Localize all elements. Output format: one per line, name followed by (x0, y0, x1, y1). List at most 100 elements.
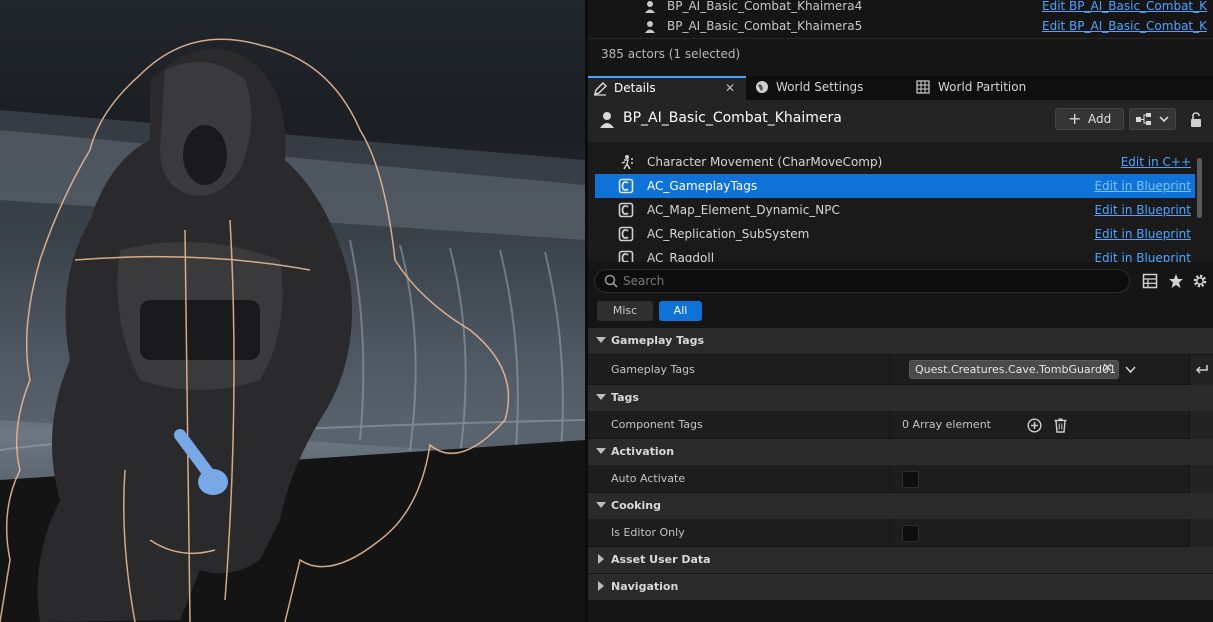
tab-label: Details (614, 81, 656, 95)
chevron-down-icon (596, 337, 606, 343)
trash-icon[interactable] (1054, 418, 1067, 433)
outliner-edit-link[interactable]: Edit BP_AI_Basic_Combat_K (1042, 19, 1207, 33)
tab-label: World Partition (938, 80, 1027, 94)
search-box[interactable] (594, 269, 1130, 293)
edit-in-blueprint-link[interactable]: Edit in Blueprint (1094, 179, 1191, 193)
add-component-button[interactable]: + Add (1055, 108, 1124, 130)
chevron-down-icon (1159, 116, 1169, 123)
component-icon (618, 250, 634, 262)
plus-icon: + (1068, 109, 1082, 128)
property-label: Is Editor Only (611, 526, 685, 539)
components-scrollbar[interactable] (1197, 158, 1202, 218)
component-row[interactable]: AC_Ragdoll Edit in Blueprint (595, 246, 1195, 262)
category-title: Cooking (611, 499, 661, 512)
component-row[interactable]: AC_Map_Element_Dynamic_NPC Edit in Bluep… (595, 198, 1195, 222)
close-icon[interactable]: ✕ (725, 81, 735, 95)
chevron-down-icon (596, 394, 606, 400)
details-empty-area (588, 601, 1213, 622)
array-count: 0 Array element (902, 418, 991, 431)
reset-column (1189, 355, 1213, 385)
level-viewport[interactable] (0, 0, 585, 622)
actor-icon (645, 21, 655, 33)
category-title: Navigation (611, 580, 679, 593)
property-gameplay-tags: Gameplay Tags Quest.Creatures.Cave.TombG… (588, 355, 1213, 385)
chevron-down-icon (596, 502, 606, 508)
component-name: AC_Ragdoll (647, 251, 715, 262)
component-name: AC_Replication_SubSystem (647, 227, 810, 241)
remove-tag-icon[interactable]: ✕ (1102, 361, 1113, 376)
edit-in-blueprint-link[interactable]: Edit in Blueprint (1094, 251, 1191, 262)
actor-count: 385 actors (1 selected) (601, 47, 741, 61)
category-gameplay-tags[interactable]: Gameplay Tags (588, 328, 1213, 354)
tab-label: World Settings (776, 80, 864, 94)
actor-icon (645, 1, 655, 13)
component-row[interactable]: Character Movement (CharMoveComp) Edit i… (595, 150, 1195, 174)
property-label: Component Tags (611, 418, 703, 431)
actor-name: BP_AI_Basic_Combat_Khaimera (623, 110, 842, 126)
viewport-scene (0, 38, 585, 622)
reset-column (1189, 411, 1213, 439)
edit-in-blueprint-link[interactable]: Edit in Blueprint (1094, 227, 1191, 241)
outliner-item-name: BP_AI_Basic_Combat_Khaimera4 (667, 0, 863, 13)
outliner-edit-link[interactable]: Edit BP_AI_Basic_Combat_K (1042, 0, 1207, 13)
lock-icon[interactable] (1189, 112, 1203, 128)
component-icon (618, 178, 634, 194)
component-row-selected[interactable]: AC_GameplayTags Edit in Blueprint (595, 174, 1195, 198)
component-icon (618, 202, 634, 218)
chevron-down-icon (596, 448, 606, 454)
is-editor-only-checkbox[interactable] (902, 525, 919, 542)
category-activation[interactable]: Activation (588, 439, 1213, 465)
right-panel: BP_AI_Basic_Combat_Khaimera4 Edit BP_AI_… (588, 0, 1213, 622)
reset-column (1189, 465, 1213, 493)
outliner-row[interactable]: BP_AI_Basic_Combat_Khaimera4 Edit BP_AI_… (588, 0, 1213, 17)
filter-label: Misc (612, 304, 638, 317)
divider (588, 38, 1213, 39)
property-label: Gameplay Tags (611, 363, 695, 376)
chevron-right-icon (598, 554, 604, 564)
tab-bar: Details ✕ World Settings World Partition (588, 76, 1213, 100)
components-list: Character Movement (CharMoveComp) Edit i… (588, 142, 1213, 262)
table-view-icon[interactable] (1142, 273, 1158, 289)
outliner-row[interactable]: BP_AI_Basic_Combat_Khaimera5 Edit BP_AI_… (588, 17, 1213, 37)
property-component-tags: Component Tags 0 Array element (588, 411, 1213, 439)
filter-all-button[interactable]: All (659, 301, 702, 321)
pencil-icon (594, 82, 607, 96)
movement-icon (621, 155, 633, 170)
add-element-icon[interactable] (1027, 418, 1042, 433)
tab-world-settings[interactable]: World Settings (752, 76, 902, 100)
outliner-item-name: BP_AI_Basic_Combat_Khaimera5 (667, 19, 863, 33)
details-header: BP_AI_Basic_Combat_Khaimera + Add (588, 100, 1213, 142)
hierarchy-icon (1136, 113, 1151, 125)
tab-world-partition[interactable]: World Partition (912, 76, 1062, 100)
reset-column (1189, 519, 1213, 547)
property-label: Auto Activate (611, 472, 686, 485)
component-name: AC_Map_Element_Dynamic_NPC (647, 203, 840, 217)
property-auto-activate: Auto Activate (588, 465, 1213, 493)
globe-icon (756, 81, 768, 93)
search-input[interactable] (623, 273, 1113, 289)
reset-arrow-icon[interactable] (1195, 363, 1209, 375)
blueprint-options-button[interactable] (1129, 108, 1176, 130)
category-cooking[interactable]: Cooking (588, 493, 1213, 519)
category-tags[interactable]: Tags (588, 385, 1213, 411)
edit-in-blueprint-link[interactable]: Edit in Blueprint (1094, 203, 1191, 217)
component-name: AC_GameplayTags (647, 179, 758, 193)
gear-icon[interactable] (1192, 273, 1208, 289)
category-asset-user-data[interactable]: Asset User Data (588, 547, 1213, 573)
category-title: Activation (611, 445, 675, 458)
category-title: Asset User Data (611, 553, 711, 566)
filter-label: All (673, 304, 688, 317)
component-row[interactable]: AC_Replication_SubSystem Edit in Bluepri… (595, 222, 1195, 246)
category-title: Gameplay Tags (611, 334, 705, 347)
filter-misc-button[interactable]: Misc (597, 301, 653, 321)
add-label: Add (1088, 112, 1112, 126)
tag-value: Quest.Creatures.Cave.TombGuard01 (915, 363, 1116, 376)
star-icon[interactable] (1168, 273, 1184, 289)
component-name: Character Movement (CharMoveComp) (647, 155, 883, 169)
tab-details[interactable]: Details ✕ (588, 76, 746, 100)
edit-in-cpp-link[interactable]: Edit in C++ (1121, 155, 1191, 169)
category-navigation[interactable]: Navigation (588, 574, 1213, 600)
auto-activate-checkbox[interactable] (902, 471, 919, 488)
chevron-down-icon[interactable] (1125, 366, 1136, 374)
gameplay-tag-chip[interactable]: Quest.Creatures.Cave.TombGuard01 ✕ (909, 360, 1119, 379)
